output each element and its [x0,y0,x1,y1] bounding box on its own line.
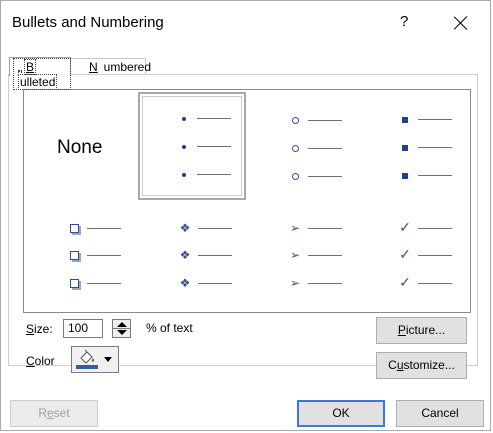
square-bullet-icon [402,172,408,179]
four-diamond-bullet-icon: ❖ [179,276,191,290]
size-label: Size: [26,322,53,336]
small-dot-bullet-icon [182,116,186,121]
spin-down-icon[interactable] [117,330,127,335]
arrowhead-bullet-icon: ➢ [289,276,301,290]
bullet-style-none[interactable]: None [57,137,102,159]
tab-bulleted-label: Bulleted [13,58,71,90]
arrowhead-bullet-icon: ➢ [289,221,301,235]
dropdown-arrow-icon [104,357,112,362]
shadow-box-bullet-icon [69,279,79,289]
help-button[interactable]: ? [400,13,408,30]
checkmark-bullet-icon: ✓ [399,274,411,290]
bullets-numbering-dialog: Bullets and Numbering ? Bulleted Numbere… [0,0,491,431]
hollow-circle-bullet-icon [291,145,299,153]
arrowhead-bullet-icon: ➢ [289,248,301,262]
hollow-circle-bullet-icon [291,117,299,125]
four-diamond-bullet-icon: ❖ [179,221,191,235]
size-unit-label: % of text [146,321,193,335]
color-swatch [76,365,98,369]
checkmark-bullet-icon: ✓ [399,246,411,262]
hollow-circle-bullet-icon [291,173,299,181]
dialog-title: Bullets and Numbering [12,14,164,31]
spin-up-icon[interactable] [117,322,127,327]
close-icon[interactable] [453,15,469,31]
cancel-button[interactable]: Cancel [396,400,484,427]
color-label: Color [26,354,55,368]
shadow-box-bullet-icon [69,224,79,234]
four-diamond-bullet-icon: ❖ [179,248,191,262]
checkmark-bullet-icon: ✓ [399,219,411,235]
tab-bulleted[interactable]: Bulleted [9,57,71,90]
small-dot-bullet-icon [182,144,186,149]
square-bullet-icon [402,144,408,151]
size-input[interactable]: 100 [63,319,103,338]
tab-numbered-label: Numbered [89,60,152,74]
paint-bucket-icon [80,349,94,364]
shadow-box-bullet-icon [69,251,79,261]
reset-button[interactable]: Reset [10,400,98,427]
small-dot-bullet-icon [182,172,186,177]
square-bullet-icon [402,116,408,123]
color-picker-button[interactable] [71,346,119,373]
ok-button[interactable]: OK [297,400,385,427]
picture-button[interactable]: Picture... [376,317,467,344]
size-spinner[interactable] [112,319,131,338]
customize-button[interactable]: Customize... [376,352,467,379]
